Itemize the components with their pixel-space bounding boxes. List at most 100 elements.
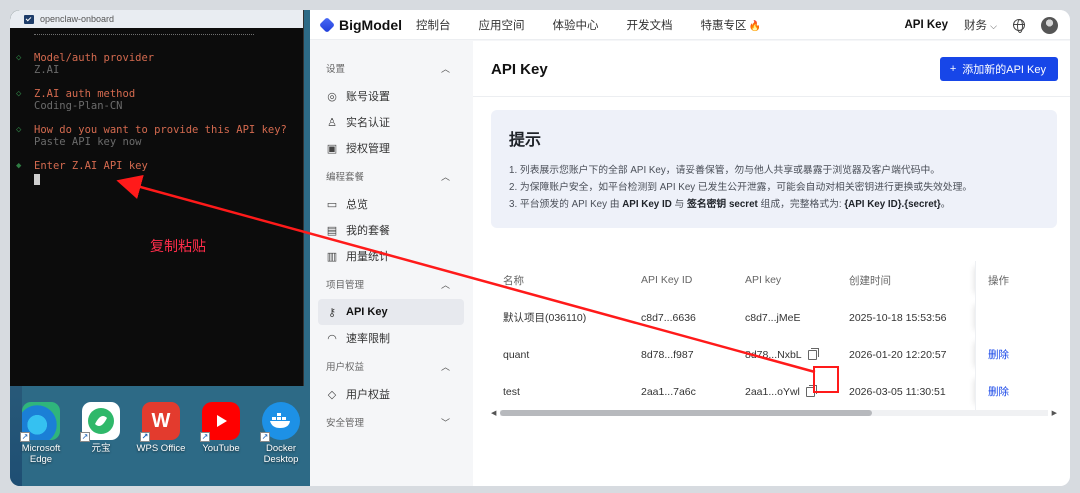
scrollbar-track[interactable] bbox=[500, 410, 1048, 416]
sidebar-item-overview[interactable]: ▭ 总览 bbox=[318, 191, 464, 217]
brand[interactable]: BigModel bbox=[310, 17, 410, 33]
sidebar-item-api-key[interactable]: ⚷ API Key bbox=[318, 299, 464, 325]
tips-text: 与 bbox=[671, 199, 688, 210]
scroll-right-icon[interactable]: ▶ bbox=[1052, 409, 1057, 417]
terminal-divider bbox=[34, 34, 254, 35]
shortcut-label: WPS Office bbox=[136, 443, 186, 454]
docker-icon: ↗ bbox=[260, 402, 300, 442]
language-globe-icon[interactable] bbox=[1013, 19, 1025, 33]
tips-text: 3. 平台颁发的 API Key 由 bbox=[509, 199, 623, 210]
scroll-left-icon[interactable]: ◀ bbox=[491, 409, 496, 417]
prompt-value: Coding-Plan-CN bbox=[34, 100, 123, 112]
monitor-icon: ▭ bbox=[326, 198, 338, 211]
prompt-value: Paste API key now bbox=[34, 136, 142, 148]
speed-icon: ◠ bbox=[327, 332, 337, 345]
column-header: 操作 bbox=[975, 261, 1057, 299]
cell-actions: 删除 bbox=[975, 373, 1057, 410]
sidebar-section-project[interactable]: 项目管理 ︿ bbox=[310, 269, 472, 299]
api-key-value: 8d78...NxbL bbox=[745, 348, 802, 361]
copy-icon[interactable] bbox=[807, 347, 819, 360]
chevron-up-icon: ︿ bbox=[440, 279, 450, 290]
chevron-down-icon: ⌵ bbox=[990, 21, 997, 31]
sidebar-section-benefits[interactable]: 用户权益 ︿ bbox=[310, 351, 472, 381]
column-header: API Key ID bbox=[641, 274, 693, 286]
table-horizontal-scrollbar[interactable]: ◀ ▶ bbox=[491, 408, 1057, 418]
desktop-shortcut-youtube[interactable]: ↗ YouTube bbox=[192, 402, 250, 486]
nav-docs[interactable]: 开发文档 bbox=[627, 17, 673, 33]
sidebar-item-label: 实名认证 bbox=[346, 117, 390, 129]
column-header: API key bbox=[745, 274, 782, 286]
sidebar-item-real-name[interactable]: ♙ 实名认证 bbox=[318, 109, 464, 135]
sidebar-item-label: 用户权益 bbox=[346, 389, 390, 401]
brand-name: BigModel bbox=[339, 16, 402, 33]
desktop-shortcut-edge[interactable]: ↗ Microsoft Edge bbox=[12, 402, 70, 486]
sidebar-section-title: 项目管理 bbox=[326, 280, 365, 291]
sidebar-item-label: 速率限制 bbox=[346, 333, 390, 345]
api-key-table: 名称 API Key ID API key 创建时间 操作 默认项目(03611… bbox=[491, 261, 1057, 410]
cell-key-id: 2aa1...7a6c bbox=[641, 385, 696, 398]
avatar[interactable] bbox=[1041, 16, 1058, 34]
sidebar-item-my-plan[interactable]: ▤ 我的套餐 bbox=[318, 217, 464, 243]
chevron-down-icon: ﹀ bbox=[440, 417, 450, 428]
bigmodel-logo-icon bbox=[319, 16, 335, 33]
desktop-shortcut-docker[interactable]: ↗ Docker Desktop bbox=[252, 402, 310, 486]
tips-bold: {API Key ID}.{secret} bbox=[844, 199, 941, 210]
sidebar-section-title: 安全管理 bbox=[326, 418, 365, 429]
sidebar-item-rate-limit[interactable]: ◠ 速率限制 bbox=[318, 325, 464, 351]
delete-link[interactable]: 删除 bbox=[988, 384, 1009, 399]
tips-text: 组成，完整格式为: bbox=[757, 199, 845, 210]
package-icon: ▤ bbox=[326, 224, 338, 237]
shortcut-arrow-icon: ↗ bbox=[80, 432, 90, 442]
cell-name: quant bbox=[503, 348, 530, 361]
sidebar-item-user-benefits[interactable]: ◇ 用户权益 bbox=[318, 381, 464, 407]
edge-icon: ↗ bbox=[20, 402, 60, 442]
add-api-key-label: 添加新的API Key bbox=[962, 64, 1046, 76]
scrollbar-thumb[interactable] bbox=[500, 410, 873, 416]
sidebar-item-authorization[interactable]: ▣ 授权管理 bbox=[318, 135, 464, 161]
desktop-shortcuts: ↗ Microsoft Edge ↗ 元宝 W ↗ WPS Office ↗ Y… bbox=[10, 402, 310, 486]
desktop-shortcut-yuanbao[interactable]: ↗ 元宝 bbox=[72, 402, 130, 486]
terminal-title: openclaw-onboard bbox=[40, 14, 115, 24]
api-key-input-cursor[interactable] bbox=[34, 174, 40, 185]
desktop-shortcut-wps[interactable]: W ↗ WPS Office bbox=[132, 402, 190, 486]
sidebar-section-title: 用户权益 bbox=[326, 362, 365, 373]
shortcut-label: Docker Desktop bbox=[263, 443, 299, 465]
sidebar-item-account-settings[interactable]: ◎ 账号设置 bbox=[318, 83, 464, 109]
divider bbox=[473, 96, 1070, 97]
sidebar-section-coding-plan[interactable]: 编程套餐 ︿ bbox=[310, 161, 472, 191]
cell-created: 2026-03-05 11:30:51 bbox=[849, 385, 946, 398]
nav-api-key[interactable]: API Key bbox=[905, 19, 948, 31]
cell-api-key: c8d7...jMeE bbox=[745, 312, 849, 324]
add-api-key-button[interactable]: + 添加新的API Key bbox=[939, 57, 1058, 81]
cell-name: test bbox=[503, 385, 520, 398]
nav-finance[interactable]: 财务 ⌵ bbox=[964, 17, 997, 33]
copy-paste-annotation: 复制粘贴 bbox=[150, 239, 206, 255]
plus-icon: + bbox=[949, 63, 957, 75]
terminal-titlebar[interactable]: openclaw-onboard bbox=[10, 10, 303, 28]
sidebar-section-settings[interactable]: 设置 ︿ bbox=[310, 53, 472, 83]
sidebar-item-usage[interactable]: ▥ 用量统计 bbox=[318, 243, 464, 269]
shortcut-label: YouTube bbox=[202, 443, 240, 454]
nav-app-space[interactable]: 应用空间 bbox=[479, 17, 525, 33]
table-header: 名称 API Key ID API key 创建时间 操作 bbox=[491, 261, 1057, 299]
nav-promotions[interactable]: 特惠专区 🔥 bbox=[701, 17, 761, 33]
key-icon: ⚷ bbox=[327, 306, 337, 319]
sidebar-item-label: 总览 bbox=[346, 199, 368, 211]
terminal-body[interactable]: ◇ Model/auth provider Z.AI ◇ Z.AI auth m… bbox=[10, 28, 303, 188]
sidebar-section-security[interactable]: 安全管理 ﹀ bbox=[310, 407, 472, 437]
chevron-up-icon: ︿ bbox=[440, 361, 450, 372]
sidebar-section-title: 设置 bbox=[326, 64, 346, 75]
tips-line: 2. 为保障账户安全，如平台检测到 API Key 已发生公开泄露，可能会自动对… bbox=[509, 182, 973, 193]
desktop: openclaw-onboard ◇ Model/auth provider Z… bbox=[10, 10, 310, 486]
terminal-window[interactable]: openclaw-onboard ◇ Model/auth provider Z… bbox=[10, 10, 304, 386]
cell-created: 2026-01-20 12:20:57 bbox=[849, 348, 947, 361]
tips-bold: 签名密钥 secret bbox=[687, 199, 758, 210]
delete-link[interactable]: 删除 bbox=[988, 347, 1009, 362]
tips-line: 3. 平台颁发的 API Key 由 API Key ID 与 签名密钥 sec… bbox=[509, 196, 1039, 213]
terminal-prompt-block: ◆ Enter Z.AI API key bbox=[16, 160, 303, 188]
cell-key-id: c8d7...6636 bbox=[641, 311, 696, 324]
nav-experience-center[interactable]: 体验中心 bbox=[553, 17, 599, 33]
tips-title: 提示 bbox=[509, 132, 542, 149]
nav-console[interactable]: 控制台 bbox=[416, 17, 451, 33]
table-row: 默认项目(036110) c8d7...6636 c8d7...jMeE 202… bbox=[491, 299, 1057, 336]
